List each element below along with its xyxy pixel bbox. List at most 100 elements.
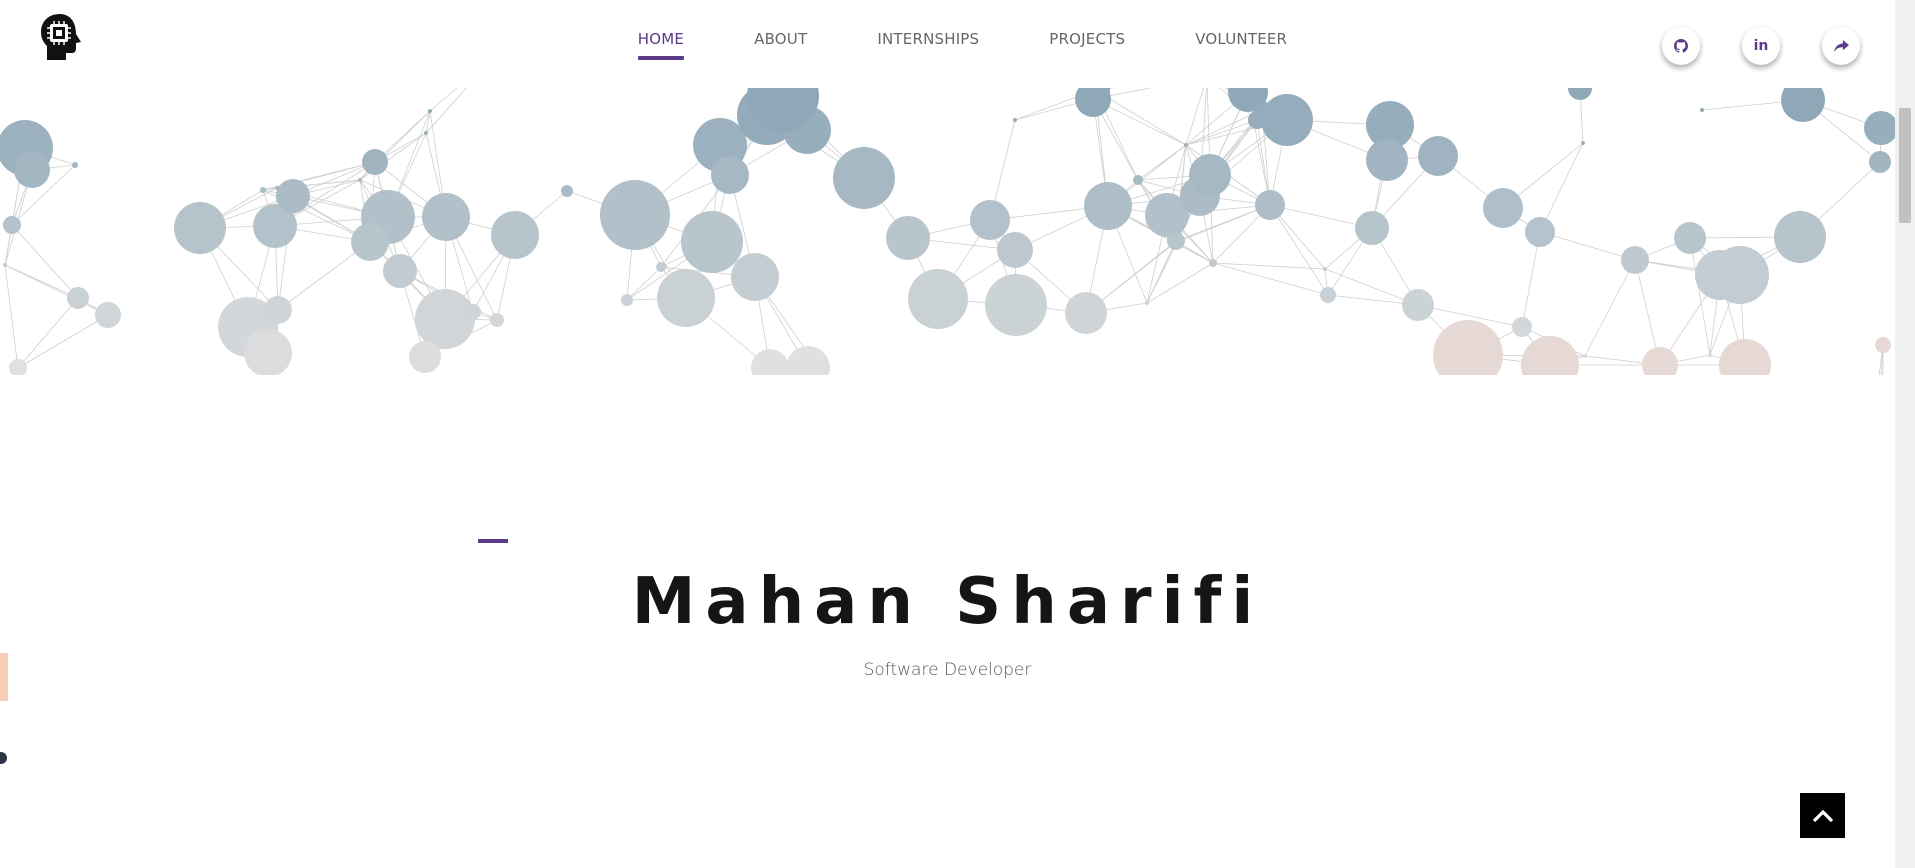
network-node — [1084, 182, 1132, 230]
network-node — [1875, 337, 1891, 353]
network-node — [362, 149, 388, 175]
share-icon — [1833, 39, 1849, 52]
network-node — [428, 109, 432, 113]
network-node — [886, 216, 930, 260]
network-node — [72, 162, 78, 168]
network-node — [1189, 154, 1231, 196]
hero-name: Mahan Sharifi — [631, 565, 1264, 639]
network-node — [95, 302, 121, 328]
network-node — [276, 179, 310, 213]
network-node — [3, 216, 21, 234]
network-link — [17, 297, 79, 369]
network-node — [1323, 267, 1327, 271]
network-node — [1255, 190, 1285, 220]
network-node — [1621, 246, 1649, 274]
network-link — [11, 224, 79, 299]
page-scrollbar[interactable] — [1895, 0, 1915, 868]
network-node — [997, 232, 1033, 268]
network-node — [1261, 94, 1313, 146]
site-header: HOME ABOUT INTERNSHIPS PROJECTS VOLUNTEE… — [0, 0, 1895, 88]
network-node — [1483, 188, 1523, 228]
network-node — [1700, 108, 1704, 112]
network-node — [1320, 287, 1336, 303]
network-node — [465, 304, 481, 320]
share-button[interactable] — [1822, 27, 1860, 65]
network-node — [908, 269, 968, 329]
hero-section: Mahan Sharifi Software Developer — [0, 375, 1895, 868]
scrollbar-thumb[interactable] — [1899, 108, 1911, 223]
network-node — [600, 180, 670, 250]
network-node — [1418, 136, 1458, 176]
network-node — [1145, 301, 1149, 305]
network-node — [681, 211, 743, 273]
network-node — [383, 254, 417, 288]
network-node — [561, 185, 573, 197]
network-node — [264, 296, 292, 324]
network-node — [1583, 354, 1587, 358]
scroll-to-top-button[interactable] — [1800, 793, 1845, 838]
nav-volunteer[interactable]: VOLUNTEER — [1195, 30, 1287, 60]
chevron-up-icon — [1812, 809, 1833, 822]
edge-particle — [0, 653, 8, 701]
network-node — [260, 187, 266, 193]
network-node — [1774, 211, 1826, 263]
nav-about[interactable]: ABOUT — [754, 30, 807, 60]
network-node — [1708, 353, 1712, 357]
network-node — [1869, 151, 1891, 173]
nav-home[interactable]: HOME — [637, 30, 685, 60]
network-link — [1584, 259, 1636, 357]
network-node — [244, 329, 292, 377]
network-node — [1402, 289, 1434, 321]
network-node — [657, 269, 715, 327]
network-node — [1172, 240, 1178, 246]
network-node — [1512, 317, 1532, 337]
network-node — [424, 131, 428, 135]
linkedin-icon: in — [1753, 38, 1769, 54]
network-link — [626, 266, 662, 301]
network-node — [1065, 292, 1107, 334]
network-node — [656, 262, 666, 272]
network-node — [422, 193, 470, 241]
network-node — [1525, 217, 1555, 247]
network-node — [415, 289, 475, 349]
network-node — [491, 211, 539, 259]
network-node — [731, 253, 779, 301]
linkedin-button[interactable]: in — [1742, 27, 1780, 65]
network-node — [409, 341, 441, 373]
network-node — [711, 156, 749, 194]
network-node — [833, 147, 895, 209]
network-link — [1137, 144, 1187, 181]
network-node — [1864, 111, 1895, 145]
accent-line — [478, 539, 508, 543]
network-node — [174, 202, 226, 254]
network-node — [67, 287, 89, 309]
network-node — [1184, 143, 1188, 147]
network-node — [970, 200, 1010, 240]
network-node — [1674, 222, 1706, 254]
network-node — [1711, 246, 1769, 304]
network-link — [1146, 242, 1176, 304]
network-node — [985, 274, 1047, 336]
network-node — [1366, 139, 1408, 181]
github-icon — [1674, 39, 1688, 53]
network-node — [490, 313, 504, 327]
nav-projects[interactable]: PROJECTS — [1049, 30, 1125, 60]
network-node — [1355, 211, 1389, 245]
hero-role: Software Developer — [863, 660, 1032, 680]
network-node — [358, 178, 362, 182]
network-node — [351, 223, 389, 261]
network-node — [275, 186, 279, 190]
network-node — [3, 263, 7, 267]
nav-internships[interactable]: INTERNSHIPS — [877, 30, 979, 60]
network-link — [17, 314, 109, 369]
network-node — [1209, 259, 1217, 267]
github-button[interactable] — [1662, 27, 1700, 65]
network-node — [1581, 141, 1585, 145]
main-nav: HOME ABOUT INTERNSHIPS PROJECTS VOLUNTEE… — [0, 30, 1895, 60]
network-node — [14, 152, 50, 188]
network-link — [4, 264, 19, 369]
network-node — [621, 294, 633, 306]
network-link — [4, 264, 109, 316]
network-node — [1133, 175, 1143, 185]
network-node — [1013, 118, 1017, 122]
